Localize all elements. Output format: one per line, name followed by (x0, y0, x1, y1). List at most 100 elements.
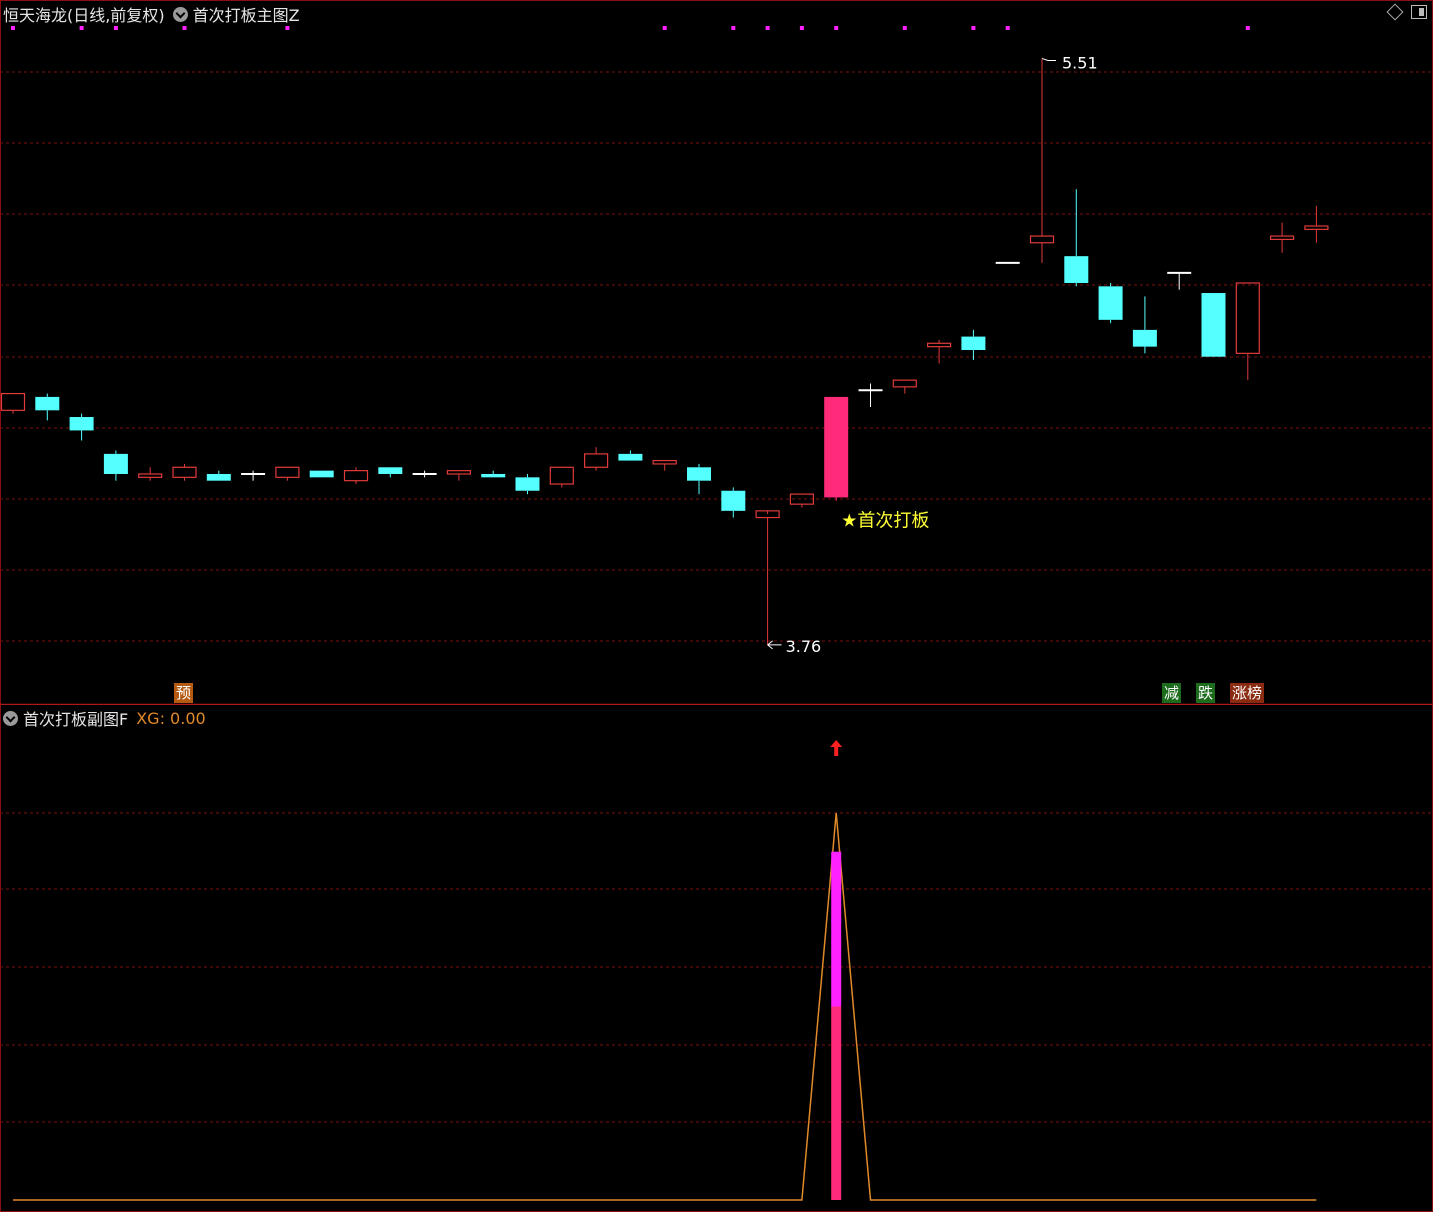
candle-body (343, 470, 369, 482)
candle (824, 396, 849, 501)
candle-body (652, 459, 677, 465)
candle (1167, 271, 1192, 290)
candle-body (206, 473, 231, 481)
candle-body (1064, 256, 1089, 283)
candle (858, 383, 883, 407)
candle-body (1235, 282, 1260, 354)
candle (446, 470, 471, 481)
signal-dot (1005, 26, 1010, 30)
candle-body (687, 467, 711, 481)
candle (206, 470, 231, 481)
candle-body (1269, 235, 1295, 241)
candle-body (549, 466, 574, 485)
candle-body (1098, 286, 1123, 320)
signal-dot (765, 26, 770, 30)
candle-body (515, 477, 540, 491)
candle (549, 466, 574, 488)
candle-body (583, 453, 609, 468)
low-label: 3.76 (786, 637, 822, 656)
dropdown-icon[interactable] (172, 6, 188, 22)
signal-dot (731, 26, 736, 30)
candle-body (35, 396, 60, 411)
candle (1098, 282, 1123, 324)
candle (275, 466, 300, 481)
low-marker (767, 640, 782, 650)
candle (1304, 205, 1329, 243)
candle (412, 470, 437, 478)
candle-body (0, 392, 26, 411)
candle-body (618, 453, 643, 461)
main-indicator-name[interactable]: 首次打板主图Z (193, 2, 300, 26)
candle-body (892, 379, 917, 388)
candle (583, 447, 609, 471)
badge-die: 跌 (1196, 683, 1216, 703)
signal-dot (1245, 26, 1250, 30)
candle (241, 470, 266, 481)
candle-body (1304, 225, 1329, 230)
candle (926, 339, 952, 364)
candle-body (378, 467, 403, 474)
signal-dot (902, 26, 907, 30)
candle-body (103, 453, 128, 474)
stock-title[interactable]: 恒天海龙(日线,前复权) (3, 2, 165, 26)
candle (755, 510, 780, 645)
main-chart[interactable]: 5.51 3.76 ★首次打板 (0, 0, 1433, 705)
candle (378, 467, 403, 478)
candle (961, 329, 986, 361)
signal-dot (182, 26, 187, 30)
signal-dot (662, 26, 667, 30)
signal-dot (79, 26, 84, 30)
diamond-icon[interactable] (1386, 3, 1404, 21)
candle-body (961, 336, 986, 350)
candle (309, 470, 334, 478)
candle (172, 463, 197, 481)
candle (1064, 189, 1089, 287)
signal-dot (113, 26, 118, 30)
signal-dot (799, 26, 804, 30)
candle-body (1029, 235, 1055, 244)
candle-body (481, 473, 506, 478)
candle (789, 493, 815, 508)
candle-body (824, 396, 849, 498)
candle-body (138, 473, 163, 478)
candle-body (69, 417, 94, 431)
signal-dot (11, 26, 15, 30)
candle (1132, 296, 1157, 354)
high-marker (1041, 57, 1056, 61)
sub-title-bar: 首次打板副图F XG: 0.00 (3, 707, 206, 729)
badge-zhangbang: 涨榜 (1230, 683, 1265, 703)
sub-dropdown-icon[interactable] (3, 710, 18, 726)
badge-jian: 减 (1162, 683, 1182, 703)
candle (515, 473, 540, 495)
candle (1201, 293, 1226, 357)
candle (69, 413, 94, 441)
candle-body (275, 466, 300, 478)
candle (618, 450, 643, 461)
candle (103, 450, 128, 481)
signal-dot (834, 26, 839, 30)
candle (652, 459, 677, 471)
main-title-bar: 恒天海龙(日线,前复权) 首次打板主图Z (3, 3, 300, 25)
signal-text: ★首次打板 (841, 510, 929, 531)
candle (35, 393, 60, 421)
candle (1235, 282, 1260, 381)
candle (721, 487, 746, 518)
candle (481, 470, 506, 478)
candle-body (926, 342, 952, 348)
candle (0, 392, 26, 414)
candle-body (721, 490, 746, 511)
candle (1269, 222, 1295, 253)
signal-dot (285, 26, 290, 30)
badge-yu: 预 (174, 683, 194, 703)
corner-controls (1386, 3, 1427, 21)
candle (687, 463, 711, 495)
xg-value: XG: 0.00 (136, 708, 206, 728)
candle (343, 467, 369, 485)
candle (1029, 58, 1055, 263)
candle-body (1201, 293, 1226, 357)
panel-toggle-icon[interactable] (1411, 5, 1427, 19)
candle (892, 379, 917, 394)
candle-body (1132, 329, 1157, 347)
sub-indicator-name[interactable]: 首次打板副图F (23, 706, 128, 730)
candle (138, 467, 163, 481)
